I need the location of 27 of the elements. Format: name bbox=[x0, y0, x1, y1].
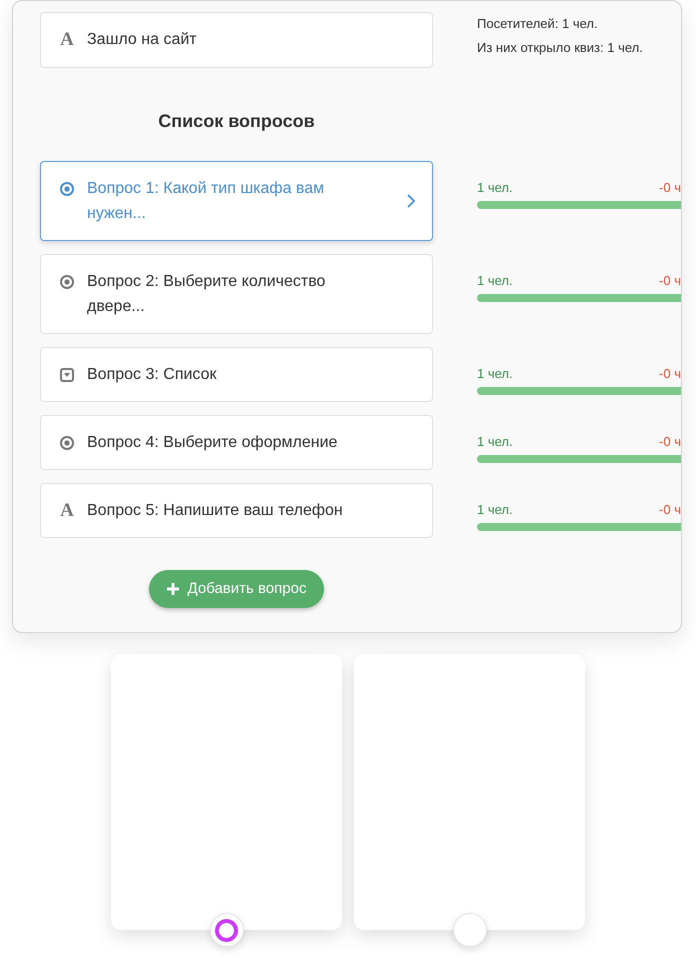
count-label: 1 чел. bbox=[477, 273, 513, 289]
radio-icon bbox=[60, 182, 74, 196]
entry-step-card[interactable]: A Зашло на сайт bbox=[40, 12, 433, 68]
dropoff-label: -0 ч bbox=[659, 273, 681, 289]
dropoff-label: -0 ч bbox=[659, 366, 681, 382]
count-label: 1 чел. bbox=[477, 366, 513, 382]
dropoff-label: -0 ч bbox=[659, 502, 681, 518]
count-label: 1 чел. bbox=[477, 434, 513, 450]
question-card[interactable]: Вопрос 2: Выберите количество двере... bbox=[40, 254, 433, 334]
dropoff-label: -0 ч bbox=[659, 434, 681, 450]
text-type-icon: A bbox=[60, 500, 74, 520]
question-card[interactable]: A Вопрос 5: Напишите ваш телефон bbox=[40, 483, 433, 538]
dropdown-icon bbox=[60, 368, 74, 382]
dropoff-label: -0 ч bbox=[659, 180, 681, 196]
text-type-icon: A bbox=[60, 30, 74, 50]
visitor-stat-text: Посетителей: 1 чел. bbox=[477, 15, 599, 33]
question-card[interactable]: Вопрос 3: Список bbox=[40, 347, 433, 402]
question-card[interactable]: Вопрос 4: Выберите оформление bbox=[40, 415, 433, 470]
radio-icon bbox=[60, 436, 74, 450]
count-label: 1 чел. bbox=[477, 502, 513, 518]
questions-heading: Список вопросов bbox=[158, 110, 315, 133]
radio-icon bbox=[60, 274, 74, 288]
answer-option-card[interactable] bbox=[354, 654, 585, 930]
chevron-right-icon bbox=[407, 194, 416, 208]
count-label: 1 чел. bbox=[477, 180, 513, 196]
visitor-stat-text: Из них открыло квиз: 1 чел. bbox=[477, 39, 643, 57]
plus-icon bbox=[166, 583, 179, 595]
